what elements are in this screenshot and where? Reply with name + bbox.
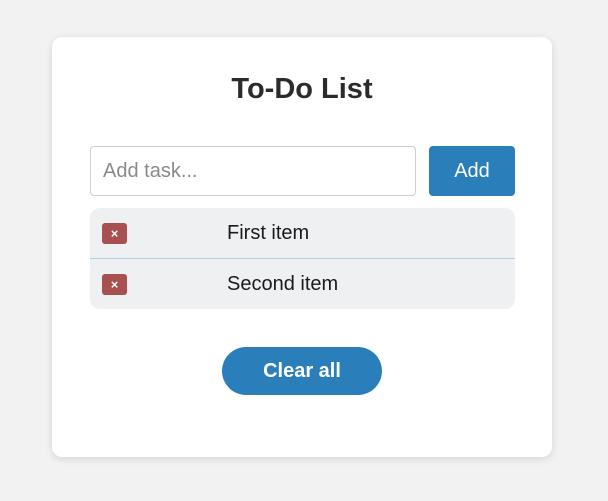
close-icon[interactable]: × [102,222,127,244]
list-item: × Second item [90,258,515,309]
page-title: To-Do List [231,73,373,105]
add-button[interactable]: Add [429,146,515,196]
task-text: First item [227,221,310,244]
close-icon[interactable]: × [102,273,127,295]
clear-all-button[interactable]: Clear all [222,347,382,395]
task-text: Second item [227,272,339,295]
task-list: × First item × Second item [90,208,515,309]
list-item: × First item [90,208,515,258]
todo-card: To-Do List Add × First item × Second ite… [52,37,552,457]
task-input[interactable] [90,146,416,196]
